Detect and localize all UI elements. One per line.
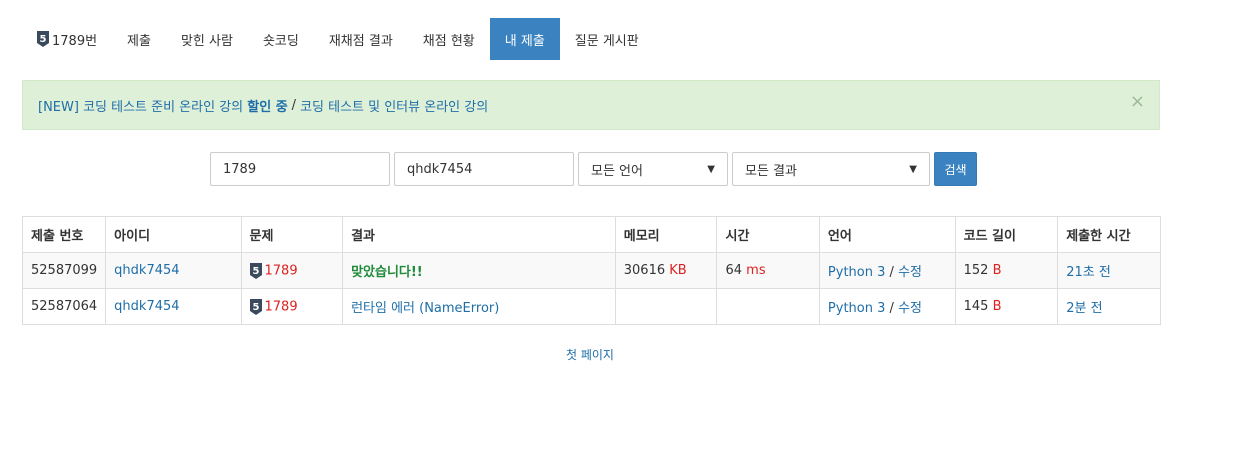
search-button[interactable]: 검색	[934, 152, 977, 186]
pagination: 첫 페이지	[0, 346, 1180, 363]
chevron-down-icon: ▼	[909, 163, 917, 175]
language-separator: /	[889, 301, 894, 316]
tab-qna-board[interactable]: 질문 게시판	[560, 18, 654, 60]
time-cell: 64 ms	[716, 252, 820, 289]
header-code-length: 코드 길이	[954, 216, 1059, 253]
result-accepted: 맞았습니다!!	[351, 265, 423, 280]
tier-badge-number: 5	[252, 266, 259, 277]
time-unit: ms	[746, 263, 766, 278]
problem-cell: 5 1789	[240, 252, 344, 289]
code-length-value: 152	[963, 263, 989, 278]
header-submission-id: 제출 번호	[21, 216, 107, 253]
tier-badge-icon: 5	[249, 262, 262, 279]
language-separator: /	[889, 265, 894, 280]
tab-status[interactable]: 채점 현황	[408, 18, 490, 60]
submitted-time-link[interactable]: 21초 전	[1066, 265, 1111, 280]
tier-badge-number: 5	[252, 302, 259, 313]
user-link[interactable]: qhdk7454	[114, 263, 179, 278]
tab-problem-label: 1789번	[52, 33, 98, 49]
page: 5 1789번 제출 맞힌 사람 숏코딩 재채점 결과 채점 현황 내 제출 질…	[0, 0, 1258, 455]
promo-link-1-strong: 할인 중	[247, 99, 288, 115]
submitted-time-link[interactable]: 2분 전	[1066, 301, 1102, 316]
header-user: 아이디	[105, 216, 242, 253]
tab-short-coding[interactable]: 숏코딩	[248, 18, 314, 60]
result-cell: 맞았습니다!!	[342, 252, 616, 289]
user-id-input[interactable]	[394, 152, 574, 186]
result-runtime-error-link[interactable]: 런타임 에러 (NameError)	[351, 301, 499, 316]
submission-table: 제출 번호 아이디 문제 결과 메모리 시간 언어 코드 길이 제출한 시간 5…	[21, 216, 1161, 325]
code-length-cell: 145 B	[954, 288, 1059, 325]
user-link[interactable]: qhdk7454	[114, 299, 179, 314]
promo-link-1[interactable]: [NEW] 코딩 테스트 준비 온라인 강의 할인 중	[38, 96, 288, 115]
table-row: 52587064 qhdk7454 5 1789 런타임 에러 (NameErr…	[21, 288, 1161, 325]
language-link[interactable]: Python 3	[828, 265, 885, 280]
problem-link[interactable]: 1789	[265, 263, 298, 278]
header-memory: 메모리	[614, 216, 718, 253]
tab-my-submissions[interactable]: 내 제출	[489, 18, 560, 60]
chevron-down-icon: ▼	[707, 163, 715, 175]
language-select-value: 모든 언어	[591, 163, 643, 179]
language-cell: Python 3 / 수정	[818, 252, 956, 289]
header-time: 시간	[716, 216, 820, 253]
promo-alert: [NEW] 코딩 테스트 준비 온라인 강의 할인 중 / 코딩 테스트 및 인…	[22, 80, 1160, 130]
code-length-value: 145	[963, 299, 989, 314]
memory-cell: 30616 KB	[614, 252, 718, 289]
time-cell	[716, 288, 820, 325]
problem-tabs: 5 1789번 제출 맞힌 사람 숏코딩 재채점 결과 채점 현황 내 제출 질…	[22, 18, 654, 60]
tab-problem[interactable]: 5 1789번	[22, 18, 112, 60]
submitted-cell: 2분 전	[1057, 288, 1161, 325]
submitted-cell: 21초 전	[1057, 252, 1161, 289]
memory-value: 30616	[623, 263, 666, 278]
language-cell: Python 3 / 수정	[818, 288, 956, 325]
promo-separator: /	[291, 97, 297, 113]
code-length-unit: B	[992, 299, 1002, 314]
result-select[interactable]: 모든 결과 ▼	[732, 152, 930, 186]
promo-link-1-text: [NEW] 코딩 테스트 준비 온라인 강의	[38, 99, 248, 115]
header-result: 결과	[342, 216, 616, 253]
tier-badge-number: 5	[40, 34, 47, 45]
problem-link[interactable]: 1789	[265, 299, 298, 314]
language-link[interactable]: Python 3	[828, 301, 885, 316]
edit-link[interactable]: 수정	[898, 301, 922, 316]
language-select[interactable]: 모든 언어 ▼	[578, 152, 728, 186]
submission-id: 52587064	[21, 288, 107, 325]
close-icon[interactable]: ×	[1130, 93, 1145, 111]
submission-id: 52587099	[21, 252, 107, 289]
user-cell: qhdk7454	[105, 288, 242, 325]
code-length-unit: B	[992, 263, 1002, 278]
header-problem: 문제	[240, 216, 344, 253]
tab-submit[interactable]: 제출	[112, 18, 166, 60]
memory-unit: KB	[669, 263, 687, 278]
table-row: 52587099 qhdk7454 5 1789 맞았습니다!! 30616 K…	[21, 252, 1161, 289]
tier-badge-icon: 5	[249, 298, 262, 315]
problem-id-input[interactable]	[210, 152, 390, 186]
promo-link-2[interactable]: 코딩 테스트 및 인터뷰 온라인 강의	[300, 96, 488, 115]
header-submitted: 제출한 시간	[1057, 216, 1161, 253]
header-language: 언어	[818, 216, 956, 253]
memory-cell	[614, 288, 718, 325]
result-cell: 런타임 에러 (NameError)	[342, 288, 616, 325]
edit-link[interactable]: 수정	[898, 265, 922, 280]
first-page-link[interactable]: 첫 페이지	[566, 348, 614, 362]
tab-solved-users[interactable]: 맞힌 사람	[166, 18, 248, 60]
result-select-value: 모든 결과	[745, 163, 797, 179]
search-form: 모든 언어 ▼ 모든 결과 ▼ 검색	[210, 152, 977, 186]
tab-rejudge-results[interactable]: 재채점 결과	[314, 18, 408, 60]
table-header-row: 제출 번호 아이디 문제 결과 메모리 시간 언어 코드 길이 제출한 시간	[21, 216, 1161, 253]
time-value: 64	[725, 263, 743, 278]
tier-badge-icon: 5	[37, 31, 49, 47]
user-cell: qhdk7454	[105, 252, 242, 289]
problem-cell: 5 1789	[240, 288, 344, 325]
code-length-cell: 152 B	[954, 252, 1059, 289]
